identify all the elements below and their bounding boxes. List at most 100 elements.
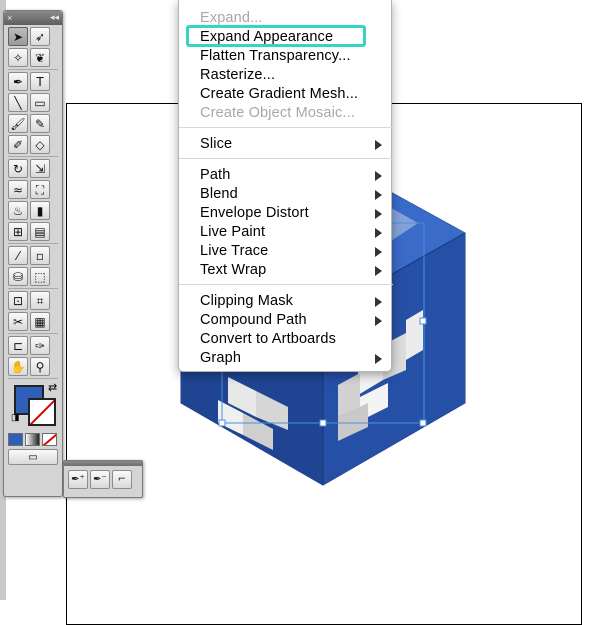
screen-mode-button[interactable]: ▭ (8, 449, 58, 465)
pen-icon: ✒ (12, 74, 24, 89)
tool-row: ✋ ⚲ (8, 357, 58, 376)
delete-anchor-point-tool[interactable]: ✒⁻ (90, 470, 110, 489)
pen-tool[interactable]: ✒ (8, 72, 28, 91)
menu-item-label: Live Trace (200, 243, 269, 259)
hand-tool[interactable]: ✋ (8, 357, 28, 376)
color-mode-button[interactable] (8, 433, 23, 446)
menu-item-create-object-mosaic: Create Object Mosaic... (179, 104, 393, 123)
symbol-sprayer-tool[interactable]: ♨ (8, 201, 28, 220)
menu-item-live-trace[interactable]: Live Trace (179, 242, 393, 261)
slice-tool[interactable]: ⌗ (30, 291, 50, 310)
scissors-tool[interactable]: ✂ (8, 312, 28, 331)
menu-item-live-paint[interactable]: Live Paint (179, 223, 393, 242)
menu-item-rasterize[interactable]: Rasterize... (179, 66, 393, 85)
mesh-icon: ⊞ (12, 224, 24, 239)
line-segment-tool[interactable]: ╲ (8, 93, 28, 112)
measure-tool[interactable]: ▦ (30, 312, 50, 331)
stroke-swatch[interactable] (28, 398, 56, 426)
lasso-tool[interactable]: ❦ (30, 48, 50, 67)
flyout-tools: ✒⁺ ✒⁻ ⌐ (64, 466, 142, 493)
tool-row: ⊞ ▤ (8, 222, 58, 241)
screen-mode-icon: ▭ (28, 451, 38, 463)
gradient-tool[interactable]: ▤ (30, 222, 50, 241)
free-transform-tool[interactable]: ⛶ (30, 180, 50, 199)
menu-item-blend[interactable]: Blend (179, 185, 393, 204)
submenu-arrow-icon (375, 228, 382, 238)
swap-fill-stroke-icon[interactable]: ⇄ (48, 381, 57, 394)
submenu-arrow-icon (375, 354, 382, 364)
menu-item-path[interactable]: Path (179, 166, 393, 185)
convert-anchor-point-tool[interactable]: ⌐ (112, 470, 132, 489)
eyedropper-tool[interactable]: ⁄ (8, 246, 28, 265)
menu-item-clipping-mask[interactable]: Clipping Mask (179, 292, 393, 311)
default-colors-icon[interactable]: ◨ (11, 412, 20, 423)
tool-row: ➤ ➶ (8, 27, 58, 46)
resize-handle-bottom-right[interactable] (419, 419, 427, 427)
tool-row: ✧ ❦ (8, 48, 58, 67)
selection-tool[interactable]: ➤ (8, 27, 28, 46)
tool-row: ↻ ⇲ (8, 159, 58, 178)
eyedropper-icon: ⁄ (16, 248, 19, 263)
menu-separator (179, 284, 393, 285)
artboard-tool[interactable]: ⊡ (8, 291, 28, 310)
live-paint-selection-tool[interactable]: ⬚ (30, 267, 50, 286)
pen-tool-flyout: ✒⁺ ✒⁻ ⌐ (63, 460, 143, 498)
knife-tool[interactable]: ✑ (30, 336, 50, 355)
crop-area-icon: ⊏ (12, 338, 24, 353)
direct-selection-tool[interactable]: ➶ (30, 27, 50, 46)
crop-area-tool[interactable]: ⊏ (8, 336, 28, 355)
none-mode-button[interactable] (42, 433, 57, 446)
convert-anchor-point-icon: ⌐ (117, 473, 127, 485)
column-graph-tool[interactable]: ▮ (30, 201, 50, 220)
collapse-icon[interactable]: ◂◂ (50, 12, 59, 23)
live-paint-bucket-tool[interactable]: ⛁ (8, 267, 28, 286)
menu-item-convert-to-artboards[interactable]: Convert to Artboards (179, 330, 393, 349)
resize-handle-bottom-left[interactable] (218, 419, 226, 427)
tool-group: ⊏ ✑ ✋ ⚲ (8, 336, 58, 379)
tool-row: ♨ ▮ (8, 201, 58, 220)
scale-tool[interactable]: ⇲ (30, 159, 50, 178)
rectangle-icon: ▭ (34, 95, 46, 110)
highlight-annotation (186, 25, 366, 47)
paintbrush-tool[interactable]: 🖌 (8, 114, 28, 133)
resize-handle-right[interactable] (419, 317, 427, 325)
zoom-tool[interactable]: ⚲ (30, 357, 50, 376)
blend-tool[interactable]: ▫ (30, 246, 50, 265)
menu-separator (179, 158, 393, 159)
magic-wand-tool[interactable]: ✧ (8, 48, 28, 67)
menu-item-flatten-transparency[interactable]: Flatten Transparency... (179, 47, 393, 66)
warp-tool[interactable]: ≈ (8, 180, 28, 199)
tools-panel-titlebar[interactable]: × ◂◂ (4, 11, 62, 25)
mesh-tool[interactable]: ⊞ (8, 222, 28, 241)
menu-item-envelope-distort[interactable]: Envelope Distort (179, 204, 393, 223)
resize-handle-bottom[interactable] (319, 419, 327, 427)
blend-icon: ▫ (35, 248, 45, 263)
type-tool[interactable]: T (30, 72, 50, 91)
menu-item-graph[interactable]: Graph (179, 349, 393, 368)
tool-group: ➤ ➶ ✧ ❦ (8, 27, 58, 70)
menu-item-label: Graph (200, 350, 242, 366)
menu-item-text-wrap[interactable]: Text Wrap (179, 261, 393, 280)
pencil-tool[interactable]: ✎ (30, 114, 50, 133)
submenu-arrow-icon (375, 266, 382, 276)
rotate-icon: ↻ (12, 161, 24, 176)
menu-item-slice[interactable]: Slice (179, 135, 393, 154)
gradient-mode-button[interactable] (25, 433, 40, 446)
menu-item-label: Rasterize... (200, 67, 276, 83)
tool-group: ⁄ ▫ ⛁ ⬚ (8, 246, 58, 289)
lasso-icon: ❦ (34, 50, 46, 65)
selection-icon: ➤ (12, 29, 24, 44)
rectangle-tool[interactable]: ▭ (30, 93, 50, 112)
menu-item-create-gradient-mesh[interactable]: Create Gradient Mesh... (179, 85, 393, 104)
eraser-icon: ◇ (35, 137, 45, 152)
menu-item-compound-path[interactable]: Compound Path (179, 311, 393, 330)
eraser-tool[interactable]: ◇ (30, 135, 50, 154)
symbol-sprayer-icon: ♨ (12, 203, 24, 218)
fill-stroke-area: ⇄ ◨ (8, 381, 58, 433)
rotate-tool[interactable]: ↻ (8, 159, 28, 178)
blob-brush-tool[interactable]: ✐ (8, 135, 28, 154)
tool-group: ✒ T ╲ ▭ 🖌 ✎ ✐ ◇ (8, 72, 58, 157)
measure-icon: ▦ (34, 314, 46, 329)
add-anchor-point-tool[interactable]: ✒⁺ (68, 470, 88, 489)
close-icon[interactable]: × (7, 13, 12, 23)
